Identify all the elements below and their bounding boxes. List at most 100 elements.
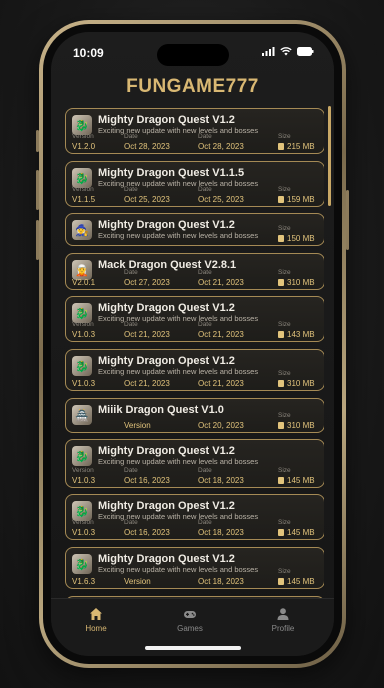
app-title: FUNGAME777	[126, 76, 259, 97]
status-time: 10:09	[73, 46, 104, 60]
update-list[interactable]: 🐉 Mighty Dragon Quest V1.2 Exciting new up…	[65, 108, 324, 598]
status-icons	[262, 47, 314, 56]
field-label: Size	[278, 225, 291, 232]
game-thumbnail: 🐉	[72, 501, 92, 521]
card-description: Exciting new update with new levels and …	[98, 314, 259, 323]
file-icon	[278, 279, 284, 286]
game-thumbnail: 🐉	[72, 303, 92, 323]
dynamic-island	[157, 44, 229, 66]
card-title: Mighty Dragon Quest V1.2	[98, 445, 235, 457]
size-value: 145 MB	[287, 528, 315, 537]
game-thumbnail: 🐉	[72, 168, 92, 188]
file-icon	[278, 422, 284, 429]
user-icon	[277, 608, 289, 620]
size-value: 310 MB	[287, 421, 315, 430]
card-title: Mighty Dragon Opest V1.2	[98, 500, 235, 512]
size-value: 143 MB	[287, 330, 315, 339]
field-label: Date	[124, 321, 138, 328]
card-description: Exciting new update with new levels and …	[98, 512, 259, 521]
size-field: 310 MB	[278, 278, 315, 287]
game-thumbnail: 🏯	[72, 405, 92, 425]
size-field: 310 MB	[278, 379, 315, 388]
size-field: 310 MB	[278, 421, 315, 430]
update-card[interactable]: 🐉 Mighty Dragon Quest V1.2 Exciting new up…	[65, 108, 324, 154]
field-label: Size	[278, 568, 291, 575]
card-description: Exciting new update with new levels and …	[98, 179, 259, 188]
version-value: V1.0.3	[72, 379, 96, 388]
date-value: Version	[124, 577, 151, 586]
update-card[interactable]: 🏯 Miiik Dragon Quest V1.0 Size Version Oct 2…	[65, 398, 324, 433]
update-card[interactable]: 🐉 Mighty Dragon Opest V1.2 Exciting new up…	[65, 494, 324, 540]
size-field: 215 MB	[278, 142, 315, 151]
version-value: V1.2.0	[72, 142, 96, 151]
field-label: Date	[198, 269, 212, 276]
file-icon	[278, 331, 284, 338]
tab-bar: Home Games Profile	[51, 598, 334, 656]
field-label: Size	[278, 321, 291, 328]
file-icon	[278, 380, 284, 387]
card-title: Mighty Dragon Quest V1.2	[98, 553, 235, 565]
phone-frame: 10:09 FUNGAME777 🐉 Mighty Dragon Quest V…	[36, 20, 349, 668]
card-description: Exciting new update with new levels and …	[98, 457, 259, 466]
size-field: 150 MB	[278, 234, 315, 243]
date-value: Oct 27, 2023	[124, 278, 170, 287]
size-value: 145 MB	[287, 476, 315, 485]
update-card[interactable]: 🧙 Mighty Dragon Quest V1.2 Exciting new up…	[65, 213, 324, 246]
tab-home[interactable]: Home	[66, 607, 126, 633]
date-value: Version	[124, 421, 151, 430]
file-icon	[278, 578, 284, 585]
update-card[interactable]: 🐉 Mighty Dragon Quest V1.2 Exciting new up…	[65, 296, 324, 342]
card-title: Mighty Dragon Quest V1.2	[98, 219, 235, 231]
file-icon	[278, 143, 284, 150]
card-description: Exciting new update with new levels and …	[98, 231, 259, 240]
date-value: Oct 21, 2023	[124, 330, 170, 339]
field-label: Date	[124, 467, 138, 474]
update-card[interactable]: 🧝 Mack Dragon Quest V2.8.1 Date Date Size V2.…	[65, 253, 324, 290]
home-indicator	[144, 646, 241, 650]
field-label: Date	[198, 467, 212, 474]
size-field: 159 MB	[278, 195, 315, 204]
tab-profile[interactable]: Profile	[253, 607, 313, 633]
power-button	[346, 190, 349, 250]
game-thumbnail: 🧙	[72, 220, 92, 240]
game-thumbnail: 🧝	[72, 260, 92, 280]
date-value: Oct 16, 2023	[124, 528, 170, 537]
update-card[interactable]: 🐉 Mighty Dragon Quest V1.2 Exciting new up…	[65, 547, 324, 589]
field-label: Version	[72, 133, 94, 140]
signal-icon	[262, 47, 275, 56]
file-icon	[278, 235, 284, 242]
update-card[interactable]: 🐉 Mighty Dragon Quest V1.2 Exciting new up…	[65, 439, 324, 488]
tab-games[interactable]: Games	[160, 607, 220, 633]
size-field: 145 MB	[278, 528, 315, 537]
volume-down-button	[36, 220, 39, 260]
date-value: Oct 16, 2023	[124, 476, 170, 485]
field-label: Size	[278, 412, 291, 419]
field-label: Size	[278, 133, 291, 140]
home-icon	[90, 608, 102, 620]
game-thumbnail: 🐉	[72, 446, 92, 466]
card-title: Miiik Dragon Quest V1.0	[98, 404, 224, 416]
date-value: Oct 21, 2023	[198, 330, 244, 339]
game-thumbnail: 🐉	[72, 115, 92, 135]
file-icon	[278, 196, 284, 203]
version-value: V1.0.3	[72, 476, 96, 485]
file-icon	[278, 477, 284, 484]
mute-switch	[36, 130, 39, 152]
date-value: Oct 21, 2023	[198, 278, 244, 287]
scrollbar[interactable]	[328, 106, 331, 206]
size-value: 215 MB	[287, 142, 315, 151]
status-bar: 10:09	[51, 32, 334, 68]
version-value: V1.6.3	[72, 577, 96, 586]
update-card[interactable]: 🐉 Mighty Dragon Opest V1.2 Exciting new up…	[65, 349, 324, 391]
date-value: Oct 25, 2023	[124, 195, 170, 204]
card-title: Mighty Dragon Quest V1.1.5	[98, 167, 245, 179]
card-title: Mighty Dragon Opest V1.2	[98, 355, 235, 367]
update-card[interactable]: 🐉 Mighty Dragon Quest V1.1.5 Exciting new …	[65, 161, 324, 207]
field-label: Date	[124, 133, 138, 140]
field-label: Date	[198, 519, 212, 526]
field-label: Size	[278, 370, 291, 377]
card-description: Exciting new update with new levels and …	[98, 126, 259, 135]
phone-bezel: 10:09 FUNGAME777 🐉 Mighty Dragon Quest V…	[43, 24, 342, 664]
field-label: Date	[198, 186, 212, 193]
size-value: 145 MB	[287, 577, 315, 586]
